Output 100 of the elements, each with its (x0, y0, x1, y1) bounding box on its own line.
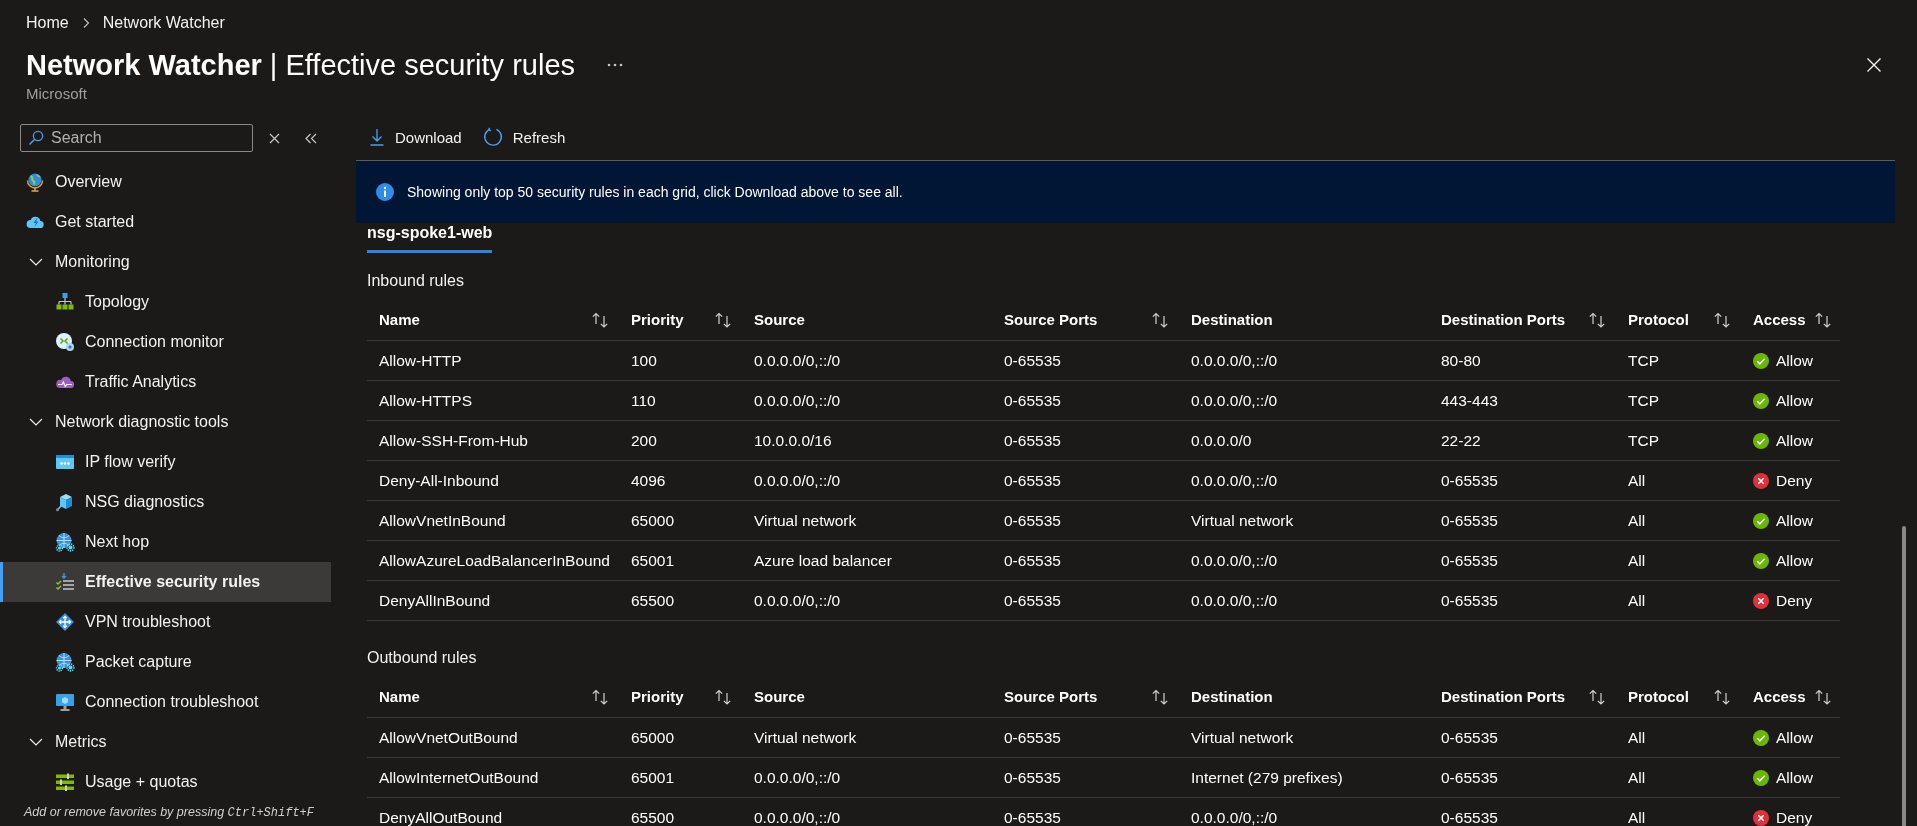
table-cell: 0-65535 (1441, 727, 1498, 748)
sort-icon (1713, 689, 1731, 705)
tab[interactable]: nsg-spoke1-web (367, 223, 493, 253)
table-cell: 0-65535 (1441, 590, 1498, 611)
table-cell: AllowInternetOutBound (379, 767, 539, 788)
column-header[interactable]: Destination Ports (1441, 310, 1606, 330)
nav-link[interactable]: Usage + quotas (51, 762, 202, 802)
error-circle-icon (1753, 472, 1769, 489)
toolbar-button[interactable]: Refresh (476, 121, 572, 153)
nav-link[interactable]: VPN troubleshoot (51, 602, 215, 642)
nav-link[interactable]: Topology (51, 282, 154, 322)
section-title: Outbound rules (367, 648, 477, 668)
breadcrumb-link[interactable]: Home (26, 12, 69, 34)
column-header[interactable]: Name (379, 310, 609, 330)
scrollbar-thumb[interactable] (1902, 526, 1906, 826)
table-cell: 0.0.0.0/0,::/0 (1191, 550, 1278, 571)
table-cell: 0.0.0.0/0,::/0 (1191, 807, 1278, 826)
table-cell: 100 (631, 350, 657, 371)
nav-group[interactable]: Monitoring (24, 242, 134, 282)
column-header[interactable]: Access (1753, 310, 1830, 330)
table-cell: 4096 (631, 470, 666, 491)
table-cell: 0.0.0.0/0,::/0 (1191, 350, 1278, 371)
nav-link[interactable]: IP flow verify (51, 442, 180, 482)
check-circle-icon (1753, 512, 1769, 529)
column-header[interactable]: Source Ports (1004, 310, 1169, 330)
monitor-icon (55, 692, 75, 712)
column-header[interactable]: Priority (631, 687, 732, 707)
table-cell: Virtual network (754, 510, 857, 531)
table-cell: 0.0.0.0/0,::/0 (754, 350, 841, 371)
access-label: Deny (1776, 590, 1813, 611)
column-header[interactable]: Destination (1191, 687, 1273, 707)
table-cell: DenyAllOutBound (379, 807, 503, 826)
table-cell: Azure load balancer (754, 550, 892, 571)
shortcut-hint: Add or remove favorites by pressing Ctrl+Shift+F (22, 804, 315, 822)
column-header[interactable]: Access (1753, 687, 1830, 707)
column-header[interactable]: Source Ports (1004, 687, 1169, 707)
table-cell: All (1628, 470, 1646, 491)
column-header[interactable]: Name (379, 687, 609, 707)
table-cell: 200 (631, 430, 657, 451)
cube-probe-icon (55, 492, 75, 512)
sort-icon (1151, 689, 1169, 705)
table-cell: 0.0.0.0/0,::/0 (1191, 590, 1278, 611)
table-cell: 10.0.0.0/16 (754, 430, 832, 451)
table-cell: 0-65535 (1441, 807, 1498, 826)
access-label: Deny (1776, 807, 1813, 826)
table-cell: 0-65535 (1441, 767, 1498, 788)
close-icon (268, 132, 280, 144)
close-icon (1866, 57, 1882, 73)
table-cell: All (1628, 727, 1646, 748)
nav-group[interactable]: Network diagnostic tools (24, 402, 233, 442)
column-header[interactable]: Destination Ports (1441, 687, 1606, 707)
table-cell: TCP (1628, 390, 1659, 411)
column-header[interactable]: Protocol (1628, 310, 1731, 330)
error-circle-icon (1753, 592, 1769, 609)
nav-link[interactable]: Packet capture (51, 642, 196, 682)
table-cell: 0-65535 (1004, 390, 1061, 411)
check-circle-icon (1753, 769, 1769, 786)
column-header[interactable]: Source (754, 310, 805, 330)
table-cell: 65000 (631, 510, 675, 531)
table-cell: 0.0.0.0/0,::/0 (754, 470, 841, 491)
column-header[interactable]: Destination (1191, 310, 1273, 330)
sort-icon (1588, 689, 1606, 705)
toolbar-button[interactable]: Download (363, 121, 468, 153)
nav-group[interactable]: Metrics (24, 722, 111, 762)
breadcrumb-link[interactable]: Network Watcher (102, 12, 225, 34)
table-cell: 443-443 (1441, 390, 1498, 411)
table-cell: 0-65535 (1004, 470, 1061, 491)
circle-arrows-icon (55, 332, 75, 352)
table-cell: All (1628, 510, 1646, 531)
table-cell: All (1628, 590, 1646, 611)
sort-icon (714, 689, 732, 705)
nav-link[interactable]: Next hop (51, 522, 154, 562)
nav-link[interactable]: Effective security rules (0, 562, 331, 602)
check-circle-icon (1753, 352, 1769, 369)
info-icon (376, 183, 394, 201)
sort-icon (1813, 312, 1832, 328)
nav-link[interactable]: Connection troubleshoot (51, 682, 263, 722)
table-cell: AllowAzureLoadBalancerInBound (379, 550, 610, 571)
table-cell: 0.0.0.0/0,::/0 (754, 390, 841, 411)
check-circle-icon (1753, 432, 1769, 449)
column-header[interactable]: Protocol (1628, 687, 1731, 707)
column-header[interactable]: Priority (631, 310, 732, 330)
table-cell: 80-80 (1441, 350, 1481, 371)
table-cell: 0-65535 (1004, 767, 1061, 788)
table-cell: 0-65535 (1441, 550, 1498, 571)
nav-link[interactable]: NSG diagnostics (51, 482, 209, 522)
table-cell: 22-22 (1441, 430, 1481, 451)
double-chevron-left-icon (305, 132, 317, 144)
table-cell: Virtual network (1191, 727, 1294, 748)
table-cell: 0.0.0.0/0 (1191, 430, 1252, 451)
nav-link[interactable]: Connection monitor (51, 322, 228, 362)
table-cell: Deny-All-Inbound (379, 470, 499, 491)
sort-icon (1813, 689, 1832, 705)
column-header[interactable]: Source (754, 687, 805, 707)
globe-icon (25, 172, 45, 192)
nav-link[interactable]: Traffic Analytics (51, 362, 201, 402)
nav-link[interactable]: Get started (21, 202, 139, 242)
search-field[interactable]: Search (20, 124, 253, 152)
sort-icon (1151, 312, 1169, 328)
nav-link[interactable]: Overview (21, 162, 126, 202)
